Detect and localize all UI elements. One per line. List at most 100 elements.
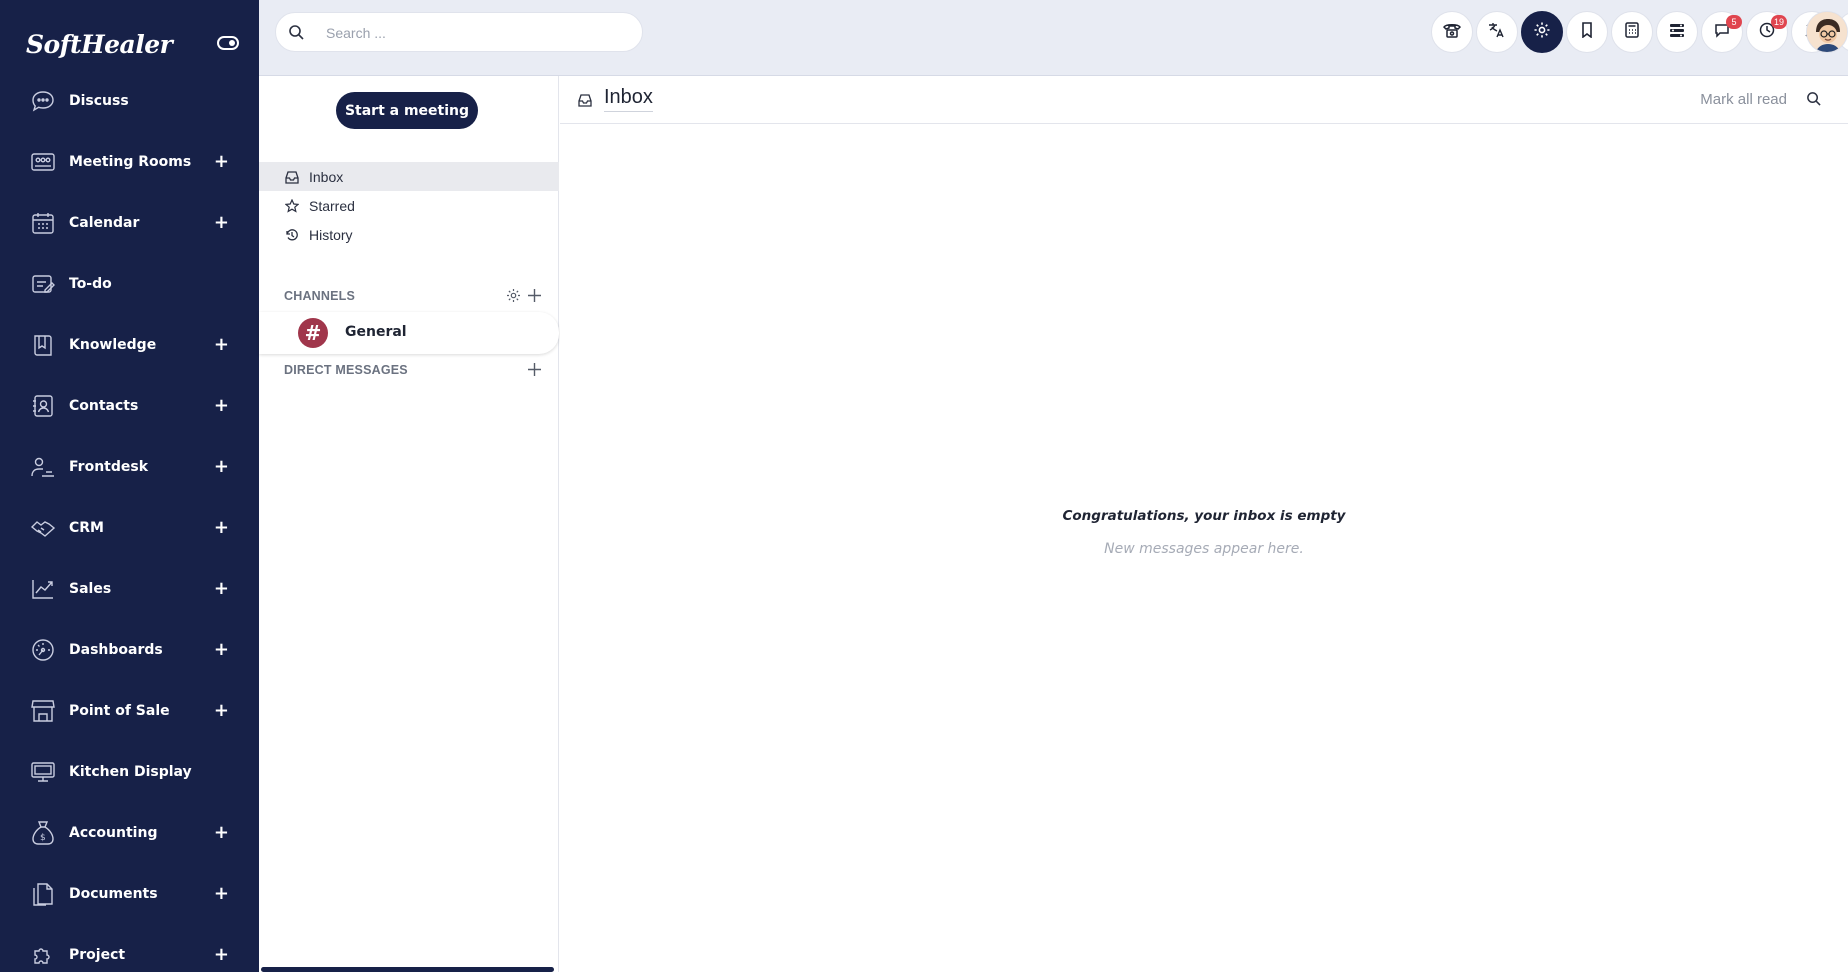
gear-icon xyxy=(1533,21,1551,43)
accounting-icon: $ xyxy=(30,820,56,846)
sidebar-item-label: Discuss xyxy=(69,92,129,109)
sidebar-item-label: CRM xyxy=(69,519,104,536)
expand-plus-icon[interactable]: + xyxy=(214,518,229,537)
empty-inbox-title: Congratulations, your inbox is empty xyxy=(1062,508,1346,524)
expand-plus-icon[interactable]: + xyxy=(214,457,229,476)
sidebar-item-discuss[interactable]: Discuss xyxy=(0,70,259,131)
meeting-rooms-icon xyxy=(30,149,56,175)
point-of-sale-icon xyxy=(30,698,56,724)
documents-icon xyxy=(30,881,56,907)
mailbox-starred[interactable]: Starred xyxy=(259,191,559,220)
svg-text:$: $ xyxy=(40,833,46,843)
mailbox-label: Starred xyxy=(309,197,355,214)
channel-avatar: # xyxy=(298,318,328,348)
mailbox-label: History xyxy=(309,226,353,243)
settings-button[interactable] xyxy=(1521,11,1563,53)
add-channel-plus-icon[interactable] xyxy=(527,288,542,307)
messages-button[interactable]: 5 xyxy=(1701,11,1743,53)
start-meeting-button[interactable]: Start a meeting xyxy=(336,92,478,129)
sidebar-item-label: Accounting xyxy=(69,824,158,841)
kitchen-display-icon xyxy=(30,759,56,785)
direct-messages-heading[interactable]: DIRECT MESSAGES xyxy=(284,363,408,377)
dashboards-icon xyxy=(30,637,56,663)
activities-badge: 19 xyxy=(1770,15,1787,29)
activities-button[interactable]: 19 xyxy=(1746,11,1788,53)
search-box[interactable] xyxy=(275,12,643,52)
search-icon xyxy=(288,24,304,44)
switch-button[interactable] xyxy=(1656,11,1698,53)
channel-item-general[interactable]: # General xyxy=(259,312,559,354)
sidebar-item-label: Kitchen Display xyxy=(69,763,192,780)
messages-badge: 5 xyxy=(1726,15,1742,29)
expand-plus-icon[interactable]: + xyxy=(214,335,229,354)
sidebar-item-label: Frontdesk xyxy=(69,458,149,475)
search-input[interactable] xyxy=(326,22,626,44)
knowledge-icon xyxy=(30,332,56,358)
empty-inbox-subtitle: New messages appear here. xyxy=(1104,541,1304,557)
sidebar-item-label: Documents xyxy=(69,885,158,902)
toggle-list-icon xyxy=(1669,22,1685,42)
crm-icon xyxy=(30,515,56,541)
thread-search-icon[interactable] xyxy=(1806,91,1821,110)
calendar-icon xyxy=(30,210,56,236)
bookmark-button[interactable] xyxy=(1566,11,1608,53)
sidebar-item-knowledge[interactable]: Knowledge + xyxy=(0,314,259,375)
sidebar-item-label: Point of Sale xyxy=(69,702,170,719)
sidebar-item-frontdesk[interactable]: Frontdesk + xyxy=(0,436,259,497)
phone-icon xyxy=(1443,22,1461,42)
mailbox-inbox[interactable]: Inbox xyxy=(259,162,559,191)
inbox-icon xyxy=(285,169,299,188)
todo-icon xyxy=(30,271,56,297)
sidebar-item-label: Meeting Rooms xyxy=(69,153,192,170)
thread-header: Inbox Mark all read xyxy=(560,76,1848,124)
sidebar-item-meeting-rooms[interactable]: Meeting Rooms + xyxy=(0,131,259,192)
project-icon xyxy=(30,942,56,968)
sidebar-toggle-icon[interactable] xyxy=(217,36,239,50)
discuss-sidebar: Start a meeting Inbox Starred History CH… xyxy=(259,76,559,972)
expand-plus-icon[interactable]: + xyxy=(214,640,229,659)
sidebar-item-point-of-sale[interactable]: Point of Sale + xyxy=(0,680,259,741)
inbox-icon xyxy=(578,92,592,111)
sidebar-item-label: To-do xyxy=(69,275,112,292)
channel-settings-gear-icon[interactable] xyxy=(506,288,521,307)
user-avatar[interactable] xyxy=(1806,11,1848,53)
expand-plus-icon[interactable]: + xyxy=(214,884,229,903)
mailbox-history[interactable]: History xyxy=(259,220,559,249)
mark-all-read-button[interactable]: Mark all read xyxy=(1700,91,1787,108)
sidebar-item-project[interactable]: Project + xyxy=(0,924,259,972)
expand-plus-icon[interactable]: + xyxy=(214,213,229,232)
sidebar-item-documents[interactable]: Documents + xyxy=(0,863,259,924)
sidebar-item-todo[interactable]: To-do xyxy=(0,253,259,314)
translate-button[interactable] xyxy=(1476,11,1518,53)
expand-plus-icon[interactable]: + xyxy=(214,701,229,720)
expand-plus-icon[interactable]: + xyxy=(214,396,229,415)
channels-heading[interactable]: CHANNELS xyxy=(284,289,355,303)
direct-messages-tools xyxy=(527,362,542,381)
contacts-icon xyxy=(30,393,56,419)
thread-view: Inbox Mark all read Congratulations, you… xyxy=(560,76,1848,972)
calculator-button[interactable] xyxy=(1611,11,1653,53)
sidebar-item-dashboards[interactable]: Dashboards + xyxy=(0,619,259,680)
sidebar-item-sales[interactable]: Sales + xyxy=(0,558,259,619)
expand-plus-icon[interactable]: + xyxy=(214,152,229,171)
mailbox-label: Inbox xyxy=(309,168,344,185)
sidebar-item-accounting[interactable]: $ Accounting + xyxy=(0,802,259,863)
channels-tools xyxy=(506,288,542,307)
add-direct-message-plus-icon[interactable] xyxy=(527,362,542,381)
sidebar-item-contacts[interactable]: Contacts + xyxy=(0,375,259,436)
sidebar-item-label: Project xyxy=(69,946,126,963)
sidebar-item-label: Knowledge xyxy=(69,336,157,353)
phone-button[interactable] xyxy=(1431,11,1473,53)
brand-logo[interactable]: SoftHealer xyxy=(26,30,173,59)
sidebar-item-kitchen-display[interactable]: Kitchen Display xyxy=(0,741,259,802)
star-icon xyxy=(284,198,300,217)
top-navbar: 5 19 xyxy=(259,0,1848,76)
panel-scrollbar[interactable] xyxy=(261,967,554,972)
sidebar-item-calendar[interactable]: Calendar + xyxy=(0,192,259,253)
sidebar-item-crm[interactable]: CRM + xyxy=(0,497,259,558)
discuss-icon xyxy=(30,88,56,114)
expand-plus-icon[interactable]: + xyxy=(214,823,229,842)
expand-plus-icon[interactable]: + xyxy=(214,579,229,598)
sidebar-item-label: Dashboards xyxy=(69,641,163,658)
expand-plus-icon[interactable]: + xyxy=(214,945,229,964)
